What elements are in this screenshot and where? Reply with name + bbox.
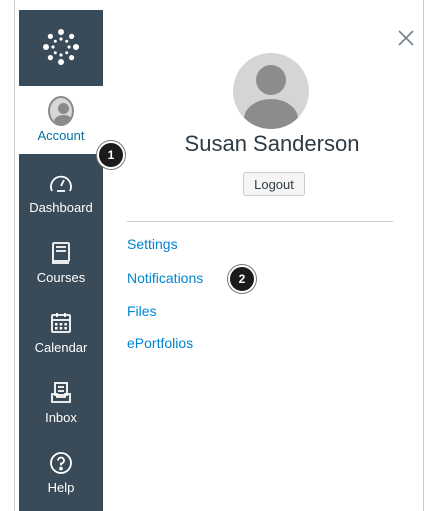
step-badge-1: 1 xyxy=(97,141,125,169)
dashboard-icon xyxy=(48,170,74,196)
nav-item-label: Help xyxy=(47,479,75,495)
nav-item-account[interactable]: Account xyxy=(19,86,103,154)
logout-button[interactable]: Logout xyxy=(243,172,305,196)
user-name: Susan Sanderson xyxy=(184,131,360,156)
divider xyxy=(127,221,393,222)
nav-item-help[interactable]: Help xyxy=(19,438,103,506)
canvas-logo-icon xyxy=(43,29,79,65)
step-badge-2: 2 xyxy=(228,265,256,293)
canvas-logo[interactable] xyxy=(19,10,103,84)
calendar-icon xyxy=(48,310,74,336)
nav-item-calendar[interactable]: Calendar xyxy=(19,298,103,366)
nav-item-label: Account xyxy=(37,127,85,143)
user-avatar xyxy=(233,53,309,129)
close-icon[interactable] xyxy=(396,28,416,48)
nav-item-label: Dashboard xyxy=(29,199,93,215)
settings-link[interactable]: Settings xyxy=(127,236,178,252)
notifications-link[interactable]: Notifications xyxy=(127,270,203,286)
files-link[interactable]: Files xyxy=(127,303,157,319)
nav-item-label: Courses xyxy=(36,269,86,285)
nav-item-inbox[interactable]: Inbox xyxy=(19,368,103,436)
inbox-icon xyxy=(48,380,74,406)
nav-item-label: Calendar xyxy=(34,339,88,355)
eportfolios-link[interactable]: ePortfolios xyxy=(127,335,193,351)
help-icon xyxy=(48,450,74,476)
nav-item-label: Inbox xyxy=(45,409,77,425)
nav-item-dashboard[interactable]: Dashboard xyxy=(19,158,103,226)
courses-book-icon xyxy=(48,240,74,266)
nav-item-courses[interactable]: Courses xyxy=(19,228,103,296)
user-avatar-icon xyxy=(48,95,74,126)
global-nav: Account Dashboard Courses Calendar Inbox… xyxy=(19,10,103,511)
